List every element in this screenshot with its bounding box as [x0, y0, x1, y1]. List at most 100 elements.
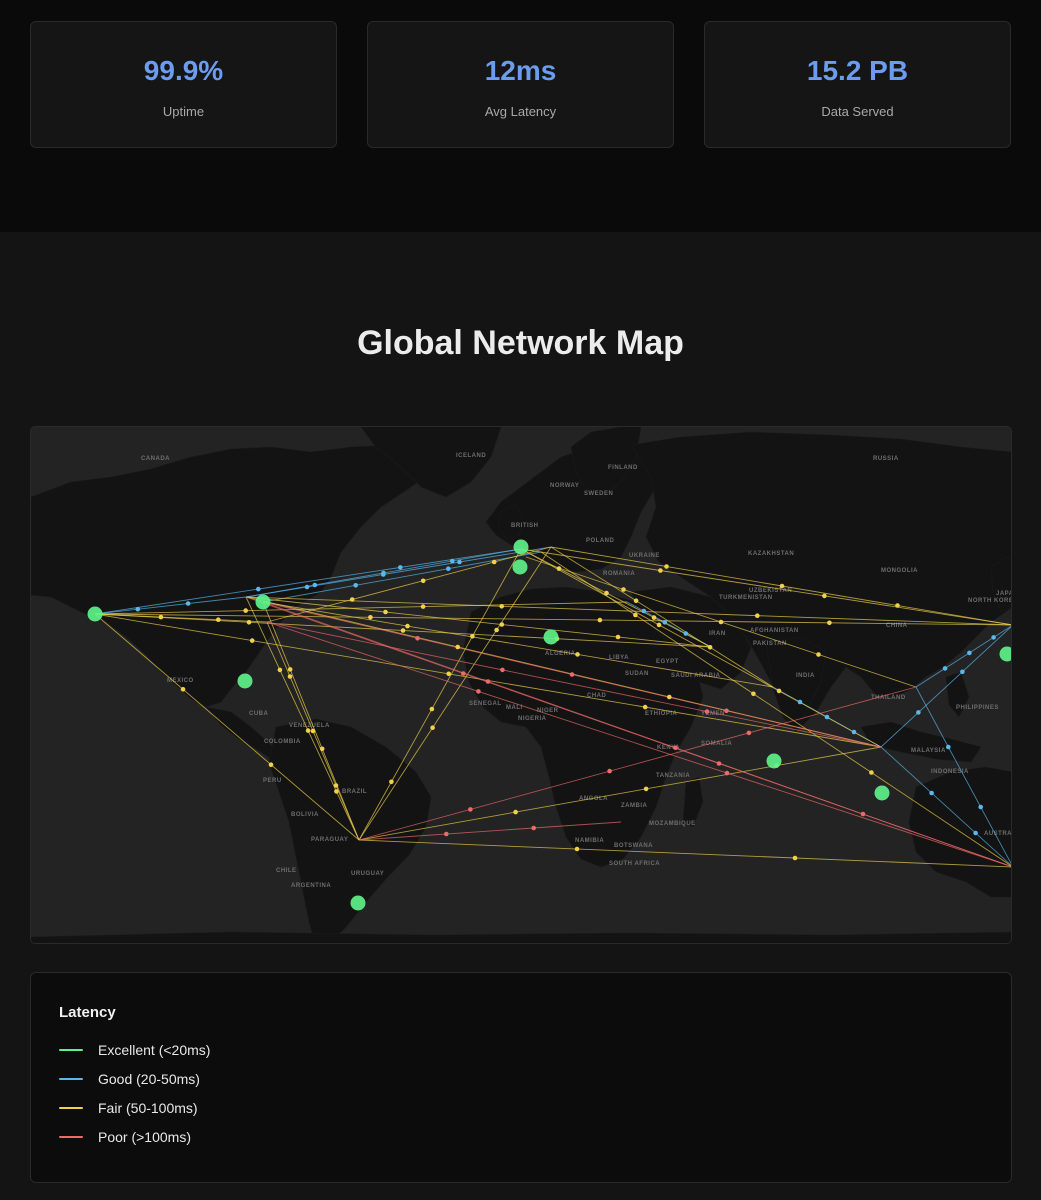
country-label: NIGERIA — [518, 716, 547, 722]
network-map-section: Global Network Map CANADA ICELAND FINLAN… — [0, 232, 1041, 1200]
country-label: COLOMBIA — [264, 739, 301, 745]
route-dot-fair — [333, 783, 339, 788]
stat-card-data-served: 15.2 PB Data Served — [704, 21, 1011, 148]
route-dot-fair — [776, 688, 782, 694]
route-dot-poor — [415, 636, 420, 641]
route-dot-fair — [751, 691, 756, 697]
route-dot-fair — [268, 762, 274, 767]
route-dot-good — [929, 790, 934, 796]
country-label: EGYPT — [656, 659, 679, 665]
route-dot-good — [381, 572, 386, 577]
country-label: CANADA — [141, 456, 170, 462]
route-dot-good — [991, 635, 996, 640]
route-dot-fair — [895, 603, 900, 608]
route-dot-fair — [405, 623, 410, 629]
country-label: BOLIVIA — [291, 812, 319, 818]
route-dot-poor — [716, 761, 722, 766]
route-dot-good — [398, 565, 403, 570]
route-dot-fair — [499, 622, 505, 627]
route-dot-fair — [658, 568, 663, 573]
route-dot-fair — [319, 746, 325, 752]
country-label: TURKMENISTAN — [719, 595, 773, 601]
route-dot-good — [135, 606, 141, 612]
country-label: BRAZIL — [342, 789, 367, 795]
route-dot-poor — [607, 768, 612, 774]
country-label: ICELAND — [456, 453, 486, 459]
route-dot-poor — [485, 679, 491, 684]
route-dot-fair — [305, 728, 311, 733]
route-dot-fair — [656, 622, 662, 628]
route-dot-fair — [718, 619, 724, 625]
route-dot-good — [942, 666, 948, 671]
route-dot-poor — [444, 831, 449, 837]
stat-value: 99.9% — [143, 55, 224, 86]
legend-swatch — [59, 1136, 83, 1138]
country-label: BOTSWANA — [614, 843, 653, 849]
pop-node-excellent[interactable] — [237, 673, 253, 689]
stat-value: 15.2 PB — [806, 55, 909, 86]
world-map[interactable]: CANADA ICELAND FINLAND NORWAY SWEDEN RUSSIA BR… — [30, 426, 1012, 944]
route-dot-poor — [860, 811, 866, 817]
route-dot-poor — [704, 709, 710, 714]
route-dot-poor — [461, 671, 466, 676]
country-label: RUSSIA — [873, 456, 899, 462]
stat-label: Uptime — [162, 104, 205, 119]
route-dot-good — [851, 729, 857, 735]
legend-swatch — [59, 1078, 83, 1080]
route-dot-fair — [597, 617, 603, 623]
route-dot-fair — [277, 667, 283, 673]
legend-swatch — [59, 1107, 83, 1109]
route-dot-good — [312, 582, 318, 588]
madagascar-landmass — [682, 776, 704, 828]
route-dot-poor — [724, 708, 729, 714]
route-dot-fair — [420, 578, 426, 584]
country-label: MALI — [506, 705, 523, 711]
route-dot-fair — [621, 587, 626, 592]
country-label: CHILE — [276, 868, 297, 874]
route-dot-fair — [446, 671, 452, 677]
pop-node-excellent[interactable] — [255, 594, 271, 610]
pop-node-excellent[interactable] — [766, 753, 782, 769]
country-label: NIGER — [537, 708, 559, 714]
pop-node-excellent[interactable] — [874, 785, 890, 801]
pop-node-excellent[interactable] — [543, 629, 559, 645]
pop-node-excellent[interactable] — [87, 606, 103, 622]
route-dot-fair — [575, 652, 580, 657]
country-label: INDIA — [796, 673, 815, 679]
country-label: SWEDEN — [584, 491, 613, 497]
country-label: MOZAMBIQUE — [649, 821, 696, 827]
route-dot-fair — [816, 652, 821, 657]
north-america-landmass — [31, 444, 432, 708]
route-dot-fair — [180, 687, 186, 692]
route-dot-good — [683, 631, 689, 636]
country-label: MALAYSIA — [911, 748, 946, 754]
india-landmass — [765, 636, 827, 733]
route-dot-fair — [667, 694, 672, 700]
country-label: ANGOLA — [579, 796, 608, 802]
pop-node-excellent[interactable] — [350, 895, 366, 911]
route-dot-fair — [249, 638, 255, 643]
country-label: VENEZUELA — [289, 723, 330, 729]
country-label: SUDAN — [625, 671, 649, 677]
country-label: KAZAKHSTAN — [748, 551, 794, 557]
route-dot-fair — [822, 593, 827, 599]
route-dot-poor — [569, 672, 575, 677]
route-dot-fair — [470, 634, 475, 639]
country-label: YEMEN — [701, 711, 725, 717]
pop-node-excellent[interactable] — [999, 646, 1013, 662]
country-label: CUBA — [249, 711, 268, 717]
route-dot-good — [304, 584, 310, 590]
country-label: AFGHANISTAN — [750, 628, 799, 634]
route-dot-good — [973, 830, 978, 836]
country-label: NORWAY — [550, 483, 579, 489]
country-label: SOUTH AFRICA — [609, 861, 660, 867]
route-dot-good — [967, 650, 972, 656]
route-dot-poor — [476, 689, 481, 694]
country-label: BRITISH — [511, 523, 539, 529]
latency-legend: Latency Excellent (<20ms) Good (20-50ms)… — [30, 972, 1012, 1183]
pop-node-excellent[interactable] — [513, 539, 529, 555]
route-dot-fair — [513, 809, 518, 815]
route-dot-fair — [420, 604, 426, 609]
section-title: Global Network Map — [357, 324, 684, 362]
pop-node-excellent[interactable] — [512, 559, 528, 575]
